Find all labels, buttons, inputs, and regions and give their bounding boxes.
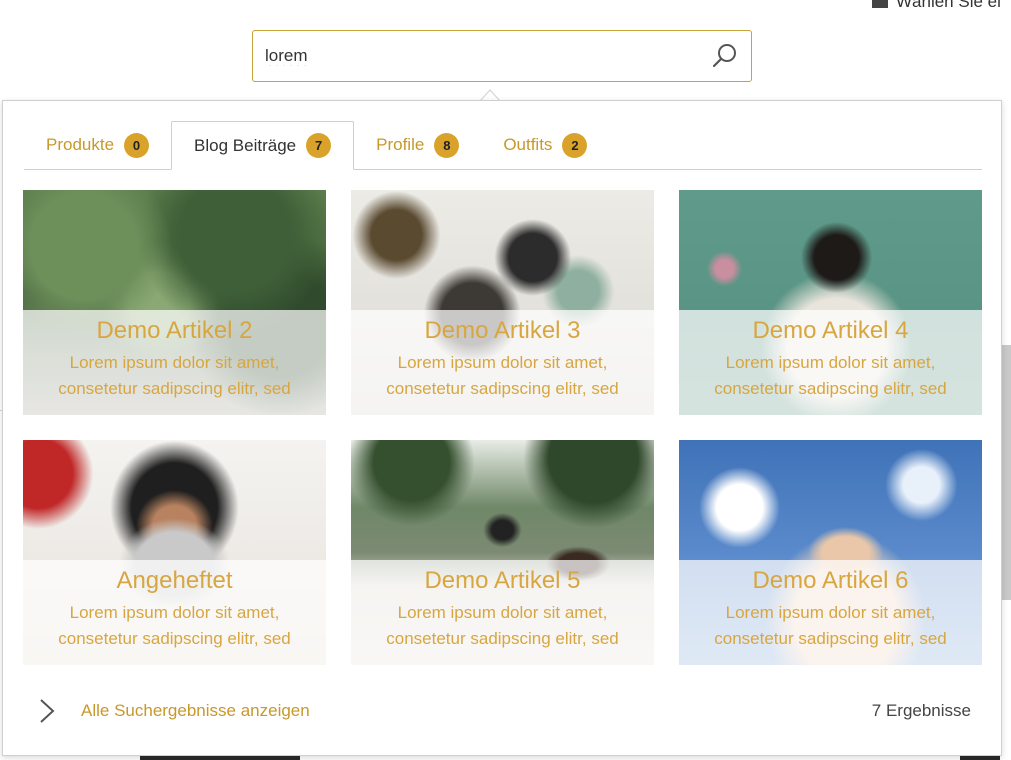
card-title: Demo Artikel 2 [96, 317, 253, 344]
card-caption: Demo Artikel 4 Lorem ipsum dolor sit ame… [679, 310, 982, 415]
count-badge: 7 [306, 133, 332, 158]
tab-label: Outfits [503, 135, 553, 154]
tab-blog-beitraege[interactable]: Blog Beiträge 7 [171, 121, 355, 170]
tab-outfits[interactable]: Outfits 2 [481, 121, 609, 169]
card-caption: Angeheftet Lorem ipsum dolor sit amet, c… [23, 560, 326, 665]
result-card[interactable]: Demo Artikel 6 Lorem ipsum dolor sit ame… [679, 440, 982, 665]
count-badge: 0 [124, 132, 150, 158]
tab-profile[interactable]: Profile 8 [354, 121, 481, 169]
result-card[interactable]: Demo Artikel 4 Lorem ipsum dolor sit ame… [679, 190, 982, 415]
card-title: Demo Artikel 5 [424, 567, 581, 594]
card-excerpt: Lorem ipsum dolor sit amet, consetetur s… [386, 353, 619, 398]
result-count: 7 Ergebnisse [871, 701, 971, 720]
result-card[interactable]: Demo Artikel 2 Lorem ipsum dolor sit ame… [23, 190, 326, 415]
checkbox-icon [872, 0, 888, 8]
result-card[interactable]: Demo Artikel 5 Lorem ipsum dolor sit ame… [351, 440, 654, 665]
card-caption: Demo Artikel 6 Lorem ipsum dolor sit ame… [679, 560, 982, 665]
card-excerpt: Lorem ipsum dolor sit amet, consetetur s… [714, 353, 947, 398]
card-excerpt: Lorem ipsum dolor sit amet, consetetur s… [714, 603, 947, 648]
card-title: Demo Artikel 3 [424, 317, 581, 344]
tab-label: Blog Beiträge [194, 135, 297, 155]
card-caption: Demo Artikel 5 Lorem ipsum dolor sit ame… [351, 560, 654, 665]
card-excerpt: Lorem ipsum dolor sit amet, consetetur s… [386, 603, 619, 648]
card-title: Angeheftet [116, 567, 233, 594]
result-card[interactable]: Angeheftet Lorem ipsum dolor sit amet, c… [23, 440, 326, 665]
count-badge: 8 [434, 132, 460, 158]
background-header-text: Wählen Sie ei [872, 0, 1001, 12]
card-title: Demo Artikel 6 [752, 567, 909, 594]
results-grid: Demo Artikel 2 Lorem ipsum dolor sit ame… [23, 190, 982, 665]
tab-produkte[interactable]: Produkte 0 [24, 121, 171, 169]
card-caption: Demo Artikel 3 Lorem ipsum dolor sit ame… [351, 310, 654, 415]
show-all-results-link[interactable]: Alle Suchergebnisse anzeigen [81, 701, 310, 721]
results-footer: Alle Suchergebnisse anzeigen 7 Ergebniss… [23, 691, 981, 731]
card-caption: Demo Artikel 2 Lorem ipsum dolor sit ame… [23, 310, 326, 415]
search-input[interactable] [265, 46, 711, 66]
card-title: Demo Artikel 4 [752, 317, 909, 344]
result-tabs: Produkte 0 Blog Beiträge 7 Profile 8 Out… [24, 121, 982, 170]
count-badge: 2 [562, 132, 588, 158]
background-image-fragment [1002, 345, 1011, 600]
search-box[interactable] [252, 30, 752, 82]
card-excerpt: Lorem ipsum dolor sit amet, consetetur s… [58, 353, 291, 398]
tab-label: Produkte [46, 135, 115, 154]
card-excerpt: Lorem ipsum dolor sit amet, consetetur s… [58, 603, 291, 648]
result-card[interactable]: Demo Artikel 3 Lorem ipsum dolor sit ame… [351, 190, 654, 415]
chevron-right-icon[interactable] [35, 696, 59, 726]
search-results-dropdown: Produkte 0 Blog Beiträge 7 Profile 8 Out… [2, 100, 1002, 756]
search-icon[interactable] [711, 42, 739, 70]
tab-label: Profile [376, 135, 425, 154]
